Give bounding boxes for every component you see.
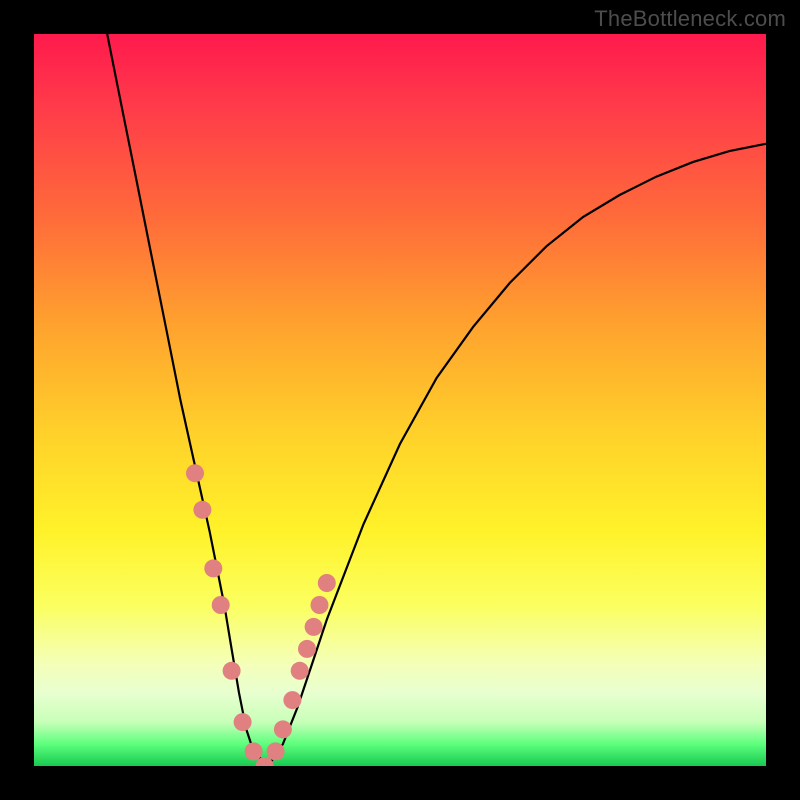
- highlight-dots: [186, 464, 336, 766]
- watermark-text: TheBottleneck.com: [594, 6, 786, 32]
- highlight-dot: [245, 742, 263, 760]
- highlight-dot: [267, 742, 285, 760]
- highlight-dot: [274, 720, 292, 738]
- bottleneck-curve: [107, 34, 766, 766]
- highlight-dot: [283, 691, 301, 709]
- highlight-dot: [234, 713, 252, 731]
- highlight-dot: [298, 640, 316, 658]
- highlight-dot: [204, 559, 222, 577]
- highlight-dot: [212, 596, 230, 614]
- highlight-dot: [318, 574, 336, 592]
- chart-svg: [34, 34, 766, 766]
- chart-frame: TheBottleneck.com: [0, 0, 800, 800]
- plot-area: [34, 34, 766, 766]
- highlight-dot: [186, 464, 204, 482]
- highlight-dot: [193, 501, 211, 519]
- highlight-dot: [305, 618, 323, 636]
- highlight-dot: [223, 662, 241, 680]
- highlight-dot: [311, 596, 329, 614]
- highlight-dot: [291, 662, 309, 680]
